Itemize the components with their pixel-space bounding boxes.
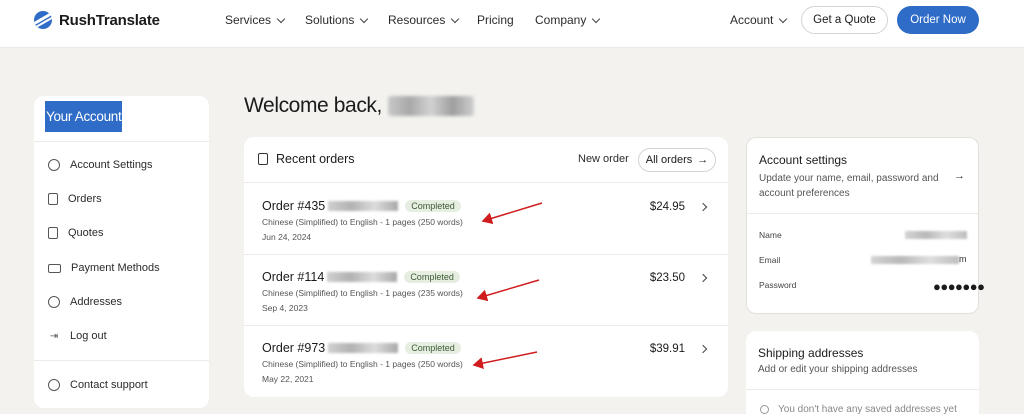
order-description: Chinese (Simplified) to English - 1 page… [262,288,463,298]
chevron-down-icon [592,14,601,23]
sidebar-item-log-out[interactable]: ⇥ Log out [48,330,107,342]
recent-orders-card: Recent orders New order All orders → Ord… [244,137,728,397]
brand-logo[interactable]: RushTranslate [34,11,160,29]
sidebar-item-orders[interactable]: Orders [48,193,102,205]
help-icon [48,379,60,391]
chevron-right-icon[interactable] [698,344,708,354]
divider [34,141,209,142]
order-description: Chinese (Simplified) to English - 1 page… [262,217,463,227]
name-label: Name [759,230,782,240]
recent-orders-header: Recent orders New order All orders → [244,137,728,183]
order-row[interactable]: Order #973 Completed Chinese (Simplified… [244,326,728,397]
nav-company[interactable]: Company [535,13,601,27]
nav-services[interactable]: Services [225,13,286,27]
sidebar-item-account-settings[interactable]: Account Settings [48,159,153,171]
account-settings-title: Account settings [759,153,848,167]
divider [34,360,209,361]
sidebar-title: Your Account [45,101,123,132]
email-visible-end: m [959,254,967,264]
email-label: Email [759,255,781,265]
location-pin-icon [48,296,60,308]
chevron-down-icon [276,14,286,23]
recent-orders-title: Recent orders [276,152,355,166]
order-price: $24.95 [649,201,685,213]
brand-name: RushTranslate [59,11,160,29]
shipping-addresses-title: Shipping addresses [758,346,864,360]
empty-addresses-message: You don't have any saved addresses yet [760,404,957,414]
order-description: Chinese (Simplified) to English - 1 page… [262,359,463,369]
status-badge: Completed [405,342,461,354]
clipboard-icon [48,227,58,239]
log-out-icon: ⇥ [49,330,59,342]
redacted-order-number [327,272,398,282]
divider [746,389,979,390]
status-badge: Completed [405,200,461,212]
order-number: Order #114 [262,270,325,284]
order-price: $23.50 [649,272,685,284]
credit-card-icon [48,263,61,273]
sidebar-item-payment-methods[interactable]: Payment Methods [48,262,160,274]
sidebar-item-quotes[interactable]: Quotes [48,227,103,239]
shipping-addresses-description: Add or edit your shipping addresses [758,364,918,375]
divider [747,213,978,214]
account-settings-description: Update your name, email, password and ac… [759,173,939,199]
nav-account[interactable]: Account [730,13,788,27]
order-row[interactable]: Order #435 Completed Chinese (Simplified… [244,184,728,255]
order-price: $39.91 [649,343,685,355]
redacted-order-number [328,201,399,211]
password-mask: ●●●●●●● [933,279,985,294]
receipt-icon [258,153,268,165]
sidebar-item-contact-support[interactable]: Contact support [48,379,148,391]
page-title: Welcome back, [244,94,474,118]
order-row[interactable]: Order #114 Completed Chinese (Simplified… [244,255,728,326]
sidebar-item-addresses[interactable]: Addresses [48,296,122,308]
password-label: Password [759,280,797,290]
arrow-right-icon[interactable]: → [954,170,965,182]
chevron-down-icon [779,14,788,23]
order-date: May 22, 2021 [262,374,314,384]
order-date: Jun 24, 2024 [262,232,312,242]
order-number: Order #973 [262,341,326,355]
order-now-button[interactable]: Order Now [897,6,979,34]
top-nav: RushTranslate Services Solutions Resourc… [0,0,1024,48]
redacted-name [905,231,967,239]
account-settings-card[interactable]: Account settings Update your name, email… [746,137,985,314]
redacted-order-number [328,343,399,353]
document-icon [48,193,58,205]
shipping-addresses-card[interactable]: Shipping addresses Add or edit your ship… [746,331,979,414]
redacted-email [871,256,959,264]
status-badge: Completed [404,271,460,283]
redacted-user-name [387,96,474,116]
get-quote-button[interactable]: Get a Quote [801,6,888,34]
account-sidebar: Your Account Account Settings Orders Quo… [34,96,209,408]
all-orders-button[interactable]: All orders → [638,148,716,172]
chevron-down-icon [451,14,460,23]
new-order-link[interactable]: New order [578,153,629,165]
location-pin-icon [760,405,769,414]
chevron-right-icon[interactable] [698,273,708,283]
nav-pricing[interactable]: Pricing [477,13,514,27]
arrow-right-icon: → [697,154,709,166]
order-number: Order #435 [262,199,326,213]
chevron-right-icon[interactable] [698,202,708,212]
order-date: Sep 4, 2023 [262,303,308,313]
nav-resources[interactable]: Resources [388,13,460,27]
nav-solutions[interactable]: Solutions [305,13,369,27]
globe-logo-icon [34,11,52,29]
user-icon [48,159,60,171]
chevron-down-icon [360,14,369,23]
